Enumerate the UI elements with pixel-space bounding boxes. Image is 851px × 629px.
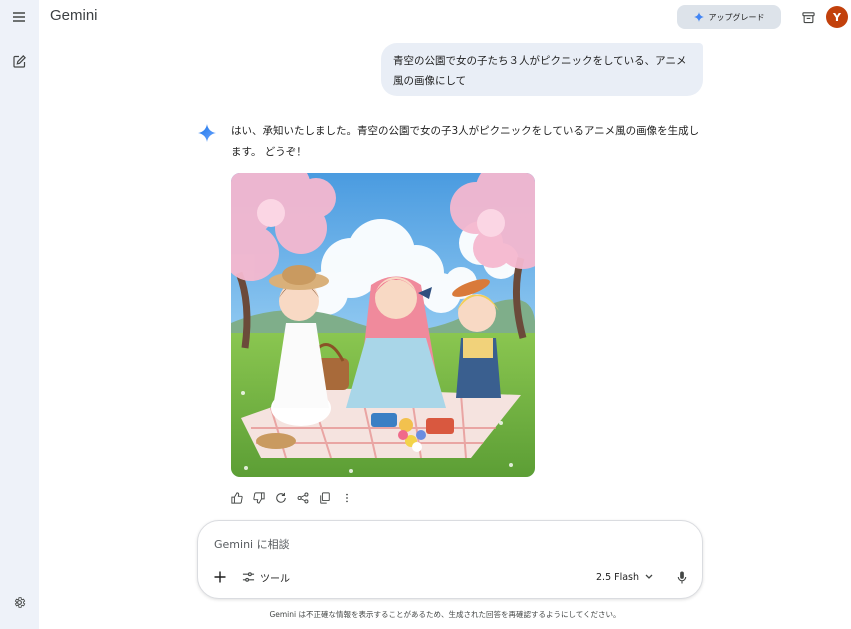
app-title[interactable]: Gemini — [50, 7, 98, 24]
add-attachment-button[interactable] — [210, 567, 230, 587]
response-actions — [229, 490, 355, 506]
thumb-up-icon[interactable] — [229, 490, 245, 506]
user-message: 青空の公園で女の子たち３人がピクニックをしている、アニメ風の画像にして — [381, 43, 703, 96]
tools-button[interactable]: ツール — [242, 568, 290, 586]
tools-label: ツール — [260, 573, 290, 585]
menu-icon[interactable] — [6, 4, 32, 30]
user-avatar[interactable]: Y — [826, 6, 848, 28]
new-chat-icon[interactable] — [6, 48, 32, 74]
sidebar — [0, 0, 39, 629]
generated-image[interactable] — [231, 173, 535, 477]
share-icon[interactable] — [295, 490, 311, 506]
upgrade-label: アップグレード — [708, 12, 765, 22]
model-response: はい、承知いたしました。青空の公園で女の子3人がピクニックをしているアニメ風の画… — [231, 125, 700, 158]
more-icon[interactable] — [339, 490, 355, 506]
prompt-input[interactable]: Gemini に相談 — [214, 536, 290, 552]
upgrade-button[interactable]: アップグレード — [677, 5, 781, 29]
model-selector[interactable]: 2.5 Flash — [596, 568, 653, 586]
regenerate-icon[interactable] — [273, 490, 289, 506]
gemini-app: Gemini アップグレード Y 青空の公園で女の子たち３人がピクニックをしてい… — [0, 0, 851, 629]
chevron-down-icon — [645, 574, 653, 579]
gemini-spark-icon — [198, 124, 216, 142]
temporary-chat-icon[interactable] — [797, 6, 819, 28]
microphone-button[interactable] — [672, 567, 692, 587]
copy-icon[interactable] — [317, 490, 333, 506]
tools-icon — [242, 572, 255, 582]
prompt-input-box[interactable]: Gemini に相談 ツール 2.5 Flash — [197, 520, 703, 599]
plus-icon — [214, 571, 226, 583]
thumb-down-icon[interactable] — [251, 490, 267, 506]
model-label: 2.5 Flash — [596, 571, 640, 583]
gemini-spark-icon — [693, 12, 704, 22]
disclaimer-text: Gemini は不正確な情報を表示することがあるため、生成された回答を再確認する… — [269, 610, 621, 619]
microphone-icon — [677, 570, 687, 584]
